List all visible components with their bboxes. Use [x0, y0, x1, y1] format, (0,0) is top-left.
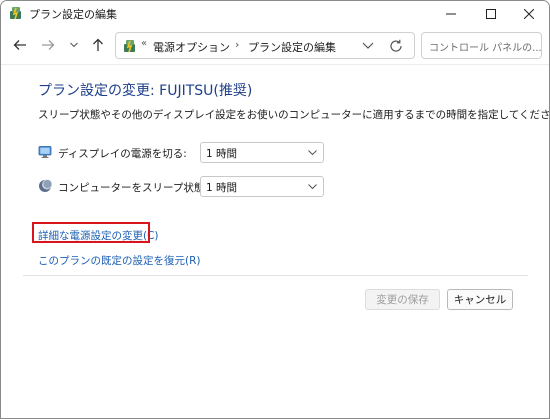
highlight-annotation-box	[32, 222, 150, 243]
maximize-icon	[486, 8, 496, 19]
breadcrumb-power-options[interactable]: 電源オプション	[153, 39, 230, 55]
window-title: プラン設定の編集	[29, 8, 117, 21]
display-off-select[interactable]: 1 時間	[200, 142, 324, 163]
arrow-right-icon	[42, 40, 55, 50]
address-history-chevron-icon[interactable]	[360, 39, 376, 53]
power-options-icon	[10, 7, 21, 20]
sleep-select[interactable]: 1 時間	[200, 176, 324, 197]
divider	[23, 275, 528, 276]
close-button[interactable]	[510, 1, 548, 26]
sleep-value: 1 時間	[206, 182, 238, 194]
display-power-icon	[38, 146, 52, 158]
recent-locations-button[interactable]	[63, 34, 85, 56]
display-off-value: 1 時間	[206, 148, 238, 160]
chevron-down-icon	[308, 150, 317, 156]
maximize-button[interactable]	[472, 1, 510, 26]
minimize-button[interactable]	[432, 1, 470, 26]
chevron-down-icon	[70, 42, 78, 48]
display-off-label: ディスプレイの電源を切る:	[58, 148, 187, 160]
cancel-button[interactable]: キャンセル	[447, 289, 513, 310]
arrow-left-icon	[13, 40, 26, 50]
save-changes-button[interactable]: 変更の保存	[365, 289, 440, 310]
restore-defaults-link[interactable]: このプランの既定の設定を復元(R)	[38, 253, 201, 268]
refresh-icon[interactable]	[388, 38, 404, 54]
power-options-icon	[124, 40, 135, 53]
minimize-icon	[446, 13, 456, 14]
page-heading: プラン設定の変更: FUJITSU(推奨)	[38, 83, 253, 99]
search-input[interactable]: コントロール パネルの...	[421, 32, 542, 59]
main-content: プラン設定の変更: FUJITSU(推奨) スリープ状態やその他のディスプレイ設…	[1, 64, 550, 418]
up-button[interactable]	[87, 34, 109, 56]
breadcrumb-overflow[interactable]: «	[141, 38, 147, 49]
sleep-moon-icon	[39, 179, 52, 192]
page-description: スリープ状態やその他のディスプレイ設定をお使いのコンピューターに適用するまでの時…	[38, 109, 550, 121]
arrow-up-icon	[93, 38, 103, 51]
forward-button[interactable]	[37, 34, 59, 56]
chevron-down-icon	[308, 184, 317, 190]
breadcrumb-edit-plan[interactable]: プラン設定の編集	[248, 39, 336, 55]
power-plan-window: プラン設定の編集 « 電源オプション › プラン設定の編集 コントロール パネル…	[0, 0, 550, 419]
navigation-bar: « 電源オプション › プラン設定の編集 コントロール パネルの...	[1, 26, 549, 64]
back-button[interactable]	[9, 34, 31, 56]
address-bar[interactable]: « 電源オプション › プラン設定の編集	[115, 32, 415, 59]
title-bar: プラン設定の編集	[1, 1, 549, 26]
close-icon	[524, 8, 534, 19]
breadcrumb-separator[interactable]: ›	[235, 38, 239, 51]
